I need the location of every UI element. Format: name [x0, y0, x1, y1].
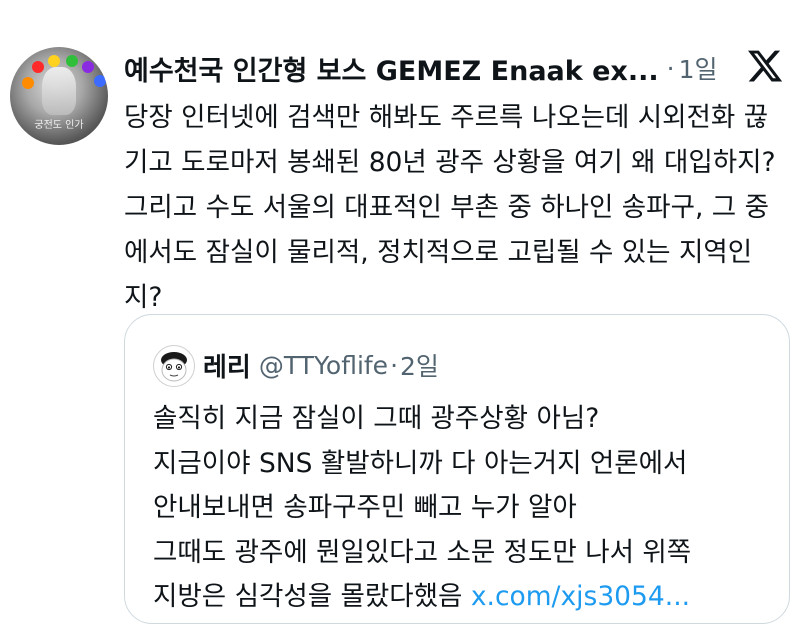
quoted-line: 안내보내면 송파구주민 빼고 누가 알아	[153, 492, 577, 523]
quoted-separator: ·	[390, 350, 399, 380]
tweet-body: 당장 인터넷에 검색만 해봐도 주르륵 나오는데 시외전화 끊기고 도로마저 봉…	[124, 102, 776, 313]
tweet-timestamp[interactable]: 1일	[679, 50, 718, 86]
quoted-line: 솔직히 지금 잠실이 그때 광주상황 아님?	[153, 403, 600, 434]
avatar-caption: 궁전도 인가	[34, 120, 84, 131]
avatar-figure	[42, 67, 76, 115]
author-name[interactable]: 예수천국 인간형 보스 GEMEZ Enaak ex...	[124, 49, 659, 88]
quoted-line: 지방은 심각성을 몰랐다했음	[153, 581, 471, 612]
quoted-link[interactable]: x.com/xjs3054...	[471, 581, 690, 612]
quoted-line: 지금이야 SNS 활발하니까 다 아는거지 언론에서	[153, 447, 688, 479]
avatar-decoration	[32, 61, 44, 73]
sheep-avatar-icon	[161, 352, 187, 382]
quoted-tweet[interactable]: 레리 @TTYoflife · 2일 솔직히 지금 잠실이 그때 광주상황 아님…	[124, 314, 790, 624]
quoted-avatar[interactable]	[153, 345, 195, 387]
quoted-author-handle[interactable]: @TTYoflife	[259, 351, 388, 380]
quoted-header: 레리 @TTYoflife · 2일	[203, 343, 439, 387]
avatar-decoration	[82, 61, 94, 73]
quoted-line-with-link: 지방은 심각성을 몰랐다했음 x.com/xjs3054...	[153, 575, 783, 620]
tweet-header: 예수천국 인간형 보스 GEMEZ Enaak ex... · 1일	[124, 46, 784, 90]
author-avatar[interactable]: 궁전도 인가	[10, 47, 108, 145]
quoted-line: 그때도 광주에 뭔일있다고 소문 정도만 나서 위쪽	[153, 536, 692, 568]
avatar-decoration	[48, 55, 60, 67]
quoted-author-name[interactable]: 레리	[203, 347, 251, 384]
avatar-decoration	[22, 77, 34, 89]
x-logo-icon	[747, 50, 783, 82]
quoted-timestamp[interactable]: 2일	[400, 347, 439, 383]
avatar-decoration	[94, 75, 106, 87]
avatar-decoration	[66, 55, 78, 67]
quoted-body: 솔직히 지금 잠실이 그때 광주상황 아님? 지금이야 SNS 활발하니까 다 …	[153, 397, 783, 620]
header-separator: ·	[666, 53, 675, 83]
